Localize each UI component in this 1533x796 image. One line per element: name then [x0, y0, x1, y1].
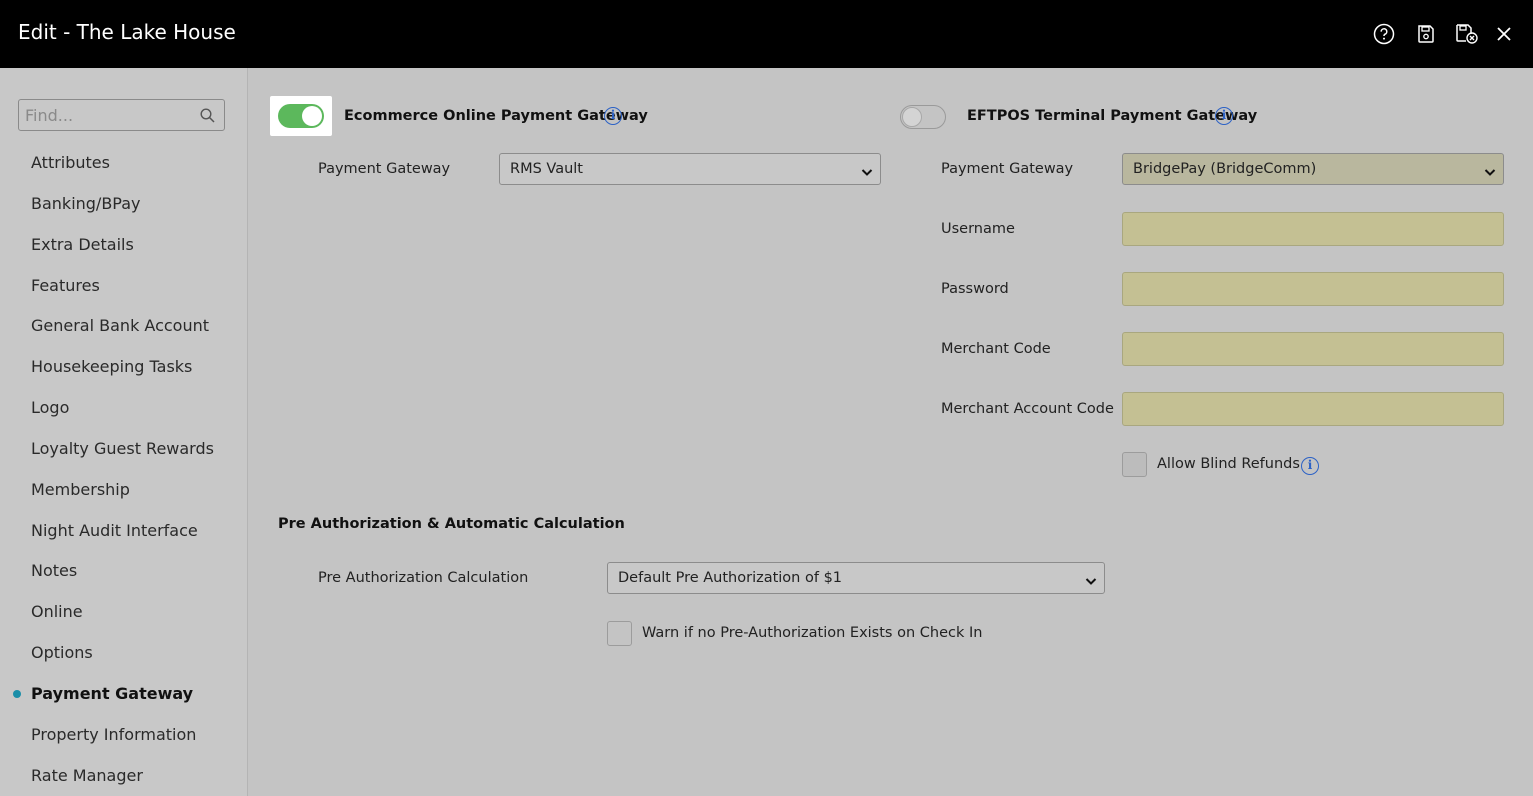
sidebar-item-rate-manager[interactable]: Rate Manager	[31, 766, 143, 785]
username-input[interactable]	[1123, 213, 1503, 245]
username-label: Username	[941, 221, 1015, 237]
window-title: Edit - The Lake House	[18, 20, 236, 44]
main-panel: Ecommerce Online Payment Gateway i Payme…	[248, 68, 1533, 796]
password-label: Password	[941, 281, 1009, 297]
chevron-down-icon	[1085, 573, 1097, 591]
preauth-calc-label: Pre Authorization Calculation	[318, 570, 529, 586]
sidebar-item-night-audit-interface[interactable]: Night Audit Interface	[31, 521, 198, 540]
warn-preauth-checkbox[interactable]	[607, 621, 632, 646]
preauth-calc-value: Default Pre Authorization of $1	[618, 570, 843, 586]
sidebar-item-loyalty-guest-rewards[interactable]: Loyalty Guest Rewards	[31, 439, 214, 458]
eftpos-toggle[interactable]	[900, 105, 946, 129]
sidebar-item-logo[interactable]: Logo	[31, 398, 69, 417]
ecommerce-gateway-select[interactable]: RMS Vault	[499, 153, 881, 185]
warn-preauth-label: Warn if no Pre-Authorization Exists on C…	[642, 625, 983, 641]
merchant-account-code-input[interactable]	[1123, 393, 1503, 425]
sidebar-item-features[interactable]: Features	[31, 276, 100, 295]
ecommerce-gateway-value: RMS Vault	[510, 161, 583, 177]
search-box	[18, 99, 225, 131]
sidebar-item-online[interactable]: Online	[31, 602, 83, 621]
sidebar-item-attributes[interactable]: Attributes	[31, 153, 110, 172]
chevron-down-icon	[1484, 164, 1496, 182]
active-indicator	[13, 690, 21, 698]
password-input[interactable]	[1123, 273, 1503, 305]
save-icon[interactable]	[1414, 22, 1438, 46]
chevron-down-icon	[861, 164, 873, 182]
title-bar: Edit - The Lake House	[0, 0, 1533, 68]
eftpos-gateway-label: Payment Gateway	[941, 161, 1074, 177]
ecommerce-toggle[interactable]	[278, 104, 324, 128]
sidebar: Attributes Banking/BPay Extra Details Fe…	[0, 68, 248, 796]
allow-blind-refunds-label: Allow Blind Refunds	[1157, 456, 1300, 472]
preauth-heading: Pre Authorization & Automatic Calculatio…	[278, 516, 625, 532]
info-icon[interactable]: i	[1301, 457, 1319, 475]
preauth-calc-select[interactable]: Default Pre Authorization of $1	[607, 562, 1105, 594]
sidebar-item-property-information[interactable]: Property Information	[31, 725, 196, 744]
sidebar-item-membership[interactable]: Membership	[31, 480, 130, 499]
password-field	[1122, 272, 1504, 306]
sidebar-item-housekeeping-tasks[interactable]: Housekeeping Tasks	[31, 357, 192, 376]
sidebar-item-payment-gateway[interactable]: Payment Gateway	[31, 684, 193, 703]
save-close-icon[interactable]	[1455, 22, 1479, 46]
close-icon[interactable]	[1492, 22, 1516, 46]
eftpos-toggle-label: EFTPOS Terminal Payment Gateway	[967, 108, 1258, 124]
sidebar-item-notes[interactable]: Notes	[31, 561, 77, 580]
sidebar-item-options[interactable]: Options	[31, 643, 93, 662]
toggle-knob	[902, 107, 922, 127]
merchant-code-input[interactable]	[1123, 333, 1503, 365]
sidebar-item-extra-details[interactable]: Extra Details	[31, 235, 134, 254]
info-icon[interactable]: i	[1215, 107, 1233, 125]
help-icon[interactable]	[1372, 22, 1396, 46]
toggle-knob	[302, 106, 322, 126]
eftpos-gateway-select[interactable]: BridgePay (BridgeComm)	[1122, 153, 1504, 185]
sidebar-item-banking-bpay[interactable]: Banking/BPay	[31, 194, 141, 213]
sidebar-item-general-bank-account[interactable]: General Bank Account	[31, 316, 209, 335]
merchant-account-code-label: Merchant Account Code	[941, 401, 1114, 417]
ecommerce-toggle-highlight	[270, 96, 332, 136]
ecommerce-gateway-label: Payment Gateway	[318, 161, 451, 177]
eftpos-gateway-value: BridgePay (BridgeComm)	[1133, 161, 1317, 177]
username-field	[1122, 212, 1504, 246]
merchant-code-field	[1122, 332, 1504, 366]
ecommerce-toggle-label: Ecommerce Online Payment Gateway	[344, 108, 648, 124]
search-input[interactable]	[19, 100, 195, 130]
merchant-code-label: Merchant Code	[941, 341, 1051, 357]
search-icon[interactable]	[200, 108, 215, 128]
merchant-account-code-field	[1122, 392, 1504, 426]
allow-blind-refunds-checkbox[interactable]	[1122, 452, 1147, 477]
info-icon[interactable]: i	[604, 107, 622, 125]
